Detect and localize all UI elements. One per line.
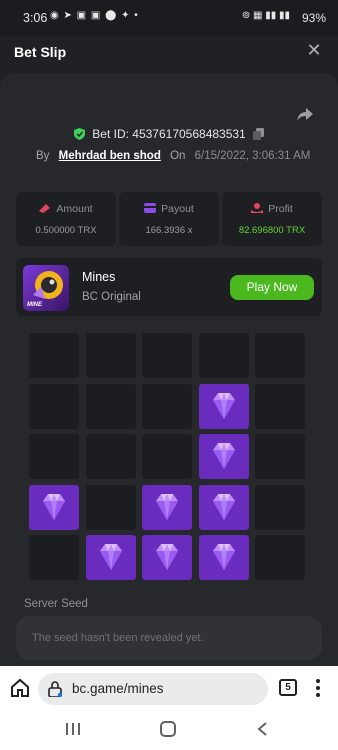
mine-tile-gem — [198, 434, 249, 479]
url-bar[interactable]: bc.game/mines — [38, 673, 268, 705]
battery-level: 93% — [301, 11, 326, 25]
mine-tile — [255, 383, 305, 429]
gem-icon — [99, 544, 122, 570]
game-name: Mines — [82, 270, 116, 284]
sheet-header: Bet Slip ✕ — [0, 36, 338, 78]
stat-label: Profit — [268, 203, 293, 215]
stat-profit: Profit 82.696800 TRX — [222, 192, 322, 246]
play-now-button[interactable]: Play Now — [230, 275, 314, 300]
mine-tile-gem — [198, 535, 249, 580]
game-info-box: MINE Mines BC Original Play Now — [16, 258, 322, 316]
bet-id: Bet ID: 45376170568483531 — [92, 127, 246, 141]
bet-slip-sheet: Bet Slip ✕ Bet ID: 45376170568483531 By … — [0, 36, 338, 673]
mine-tile — [29, 333, 79, 378]
mines-grid — [29, 333, 306, 580]
mine-tile — [29, 535, 79, 580]
mine-tile — [255, 484, 305, 530]
stat-payout: Payout 166.3936 x — [119, 192, 219, 246]
mine-tile — [29, 434, 79, 479]
gem-icon — [43, 493, 65, 520]
mine-tile-gem — [29, 484, 79, 530]
system-nav-bar — [0, 710, 338, 750]
amount-icon — [39, 204, 51, 213]
gem-icon — [212, 493, 235, 520]
recents-icon[interactable] — [66, 723, 80, 735]
gem-icon — [212, 544, 235, 570]
browser-toolbar: bc.game/mines 5 — [0, 666, 338, 710]
mine-tile — [85, 333, 136, 378]
close-icon[interactable]: ✕ — [304, 40, 324, 60]
mine-tile-gem — [198, 383, 249, 429]
profit-icon — [251, 203, 264, 213]
mine-tile — [29, 383, 79, 429]
shield-icon — [73, 128, 85, 140]
sheet-title: Bet Slip — [14, 44, 67, 60]
mine-tile-gem — [142, 484, 192, 530]
more-menu-icon[interactable] — [315, 678, 321, 698]
gem-icon — [156, 493, 178, 520]
network-icons: ⊚ ▦ ▮▮ ▮▮ — [241, 10, 290, 21]
status-time: 3:06 — [23, 11, 48, 25]
stat-label: Payout — [161, 203, 194, 215]
notification-icons: ◉ ➤ ▣ ▣ ⬤ ✦ • — [50, 10, 139, 21]
gem-icon — [212, 392, 235, 419]
mine-tile — [255, 333, 305, 378]
copy-icon[interactable] — [253, 128, 265, 140]
back-icon[interactable] — [256, 722, 268, 736]
bet-card: Bet ID: 45376170568483531 By Mehrdad ben… — [0, 73, 338, 673]
mine-tile-gem — [142, 535, 192, 580]
home-icon[interactable] — [10, 678, 30, 698]
mine-tile-gem — [198, 484, 249, 530]
stat-value: 166.3936 x — [145, 225, 193, 236]
url-text: bc.game/mines — [72, 681, 164, 696]
on-label: On — [170, 150, 186, 162]
mine-tile — [255, 434, 305, 479]
status-bar: 3:06 ◉ ➤ ▣ ▣ ⬤ ✦ • ⊚ ▦ ▮▮ ▮▮ 93% — [0, 0, 338, 36]
stats-row: Amount 0.500000 TRX Payout 166.3936 x Pr… — [16, 192, 322, 246]
tabs-count-icon[interactable]: 5 — [279, 679, 297, 696]
mine-tile — [142, 383, 192, 429]
mine-tile — [85, 383, 136, 429]
bet-id-row: Bet ID: 45376170568483531 — [0, 127, 338, 141]
bettor-name-link[interactable]: Mehrdad ben shod — [59, 150, 161, 162]
payout-icon — [144, 203, 157, 213]
stat-value: 82.696800 TRX — [238, 225, 306, 236]
game-thumb-text: MINE — [27, 302, 42, 308]
mine-tile — [85, 484, 136, 530]
by-label: By — [36, 150, 50, 162]
game-thumbnail: MINE — [23, 265, 69, 311]
stat-label: Amount — [56, 203, 93, 215]
bettor-row: By Mehrdad ben shod On 6/15/2022, 3:06:3… — [36, 150, 310, 162]
game-subtitle: BC Original — [82, 291, 141, 303]
bet-date: 6/15/2022, 3:06:31 AM — [194, 150, 311, 162]
gem-icon — [156, 544, 178, 570]
share-icon[interactable] — [296, 105, 314, 123]
server-seed-field: The seed hasn't been revealed yet. — [16, 616, 322, 660]
mine-tile-gem — [85, 535, 136, 580]
stat-value: 0.500000 TRX — [35, 225, 97, 236]
mine-tile — [85, 434, 136, 479]
server-seed-label: Server Seed — [24, 598, 88, 610]
site-info-icon[interactable] — [48, 681, 62, 697]
mine-tile — [142, 434, 192, 479]
stat-amount: Amount 0.500000 TRX — [16, 192, 116, 246]
nav-home-icon[interactable] — [160, 721, 176, 737]
mine-tile — [198, 333, 249, 378]
server-seed-placeholder: The seed hasn't been revealed yet. — [32, 632, 204, 644]
mine-tile — [255, 535, 305, 580]
mine-tile — [142, 333, 192, 378]
gem-icon — [212, 443, 235, 469]
